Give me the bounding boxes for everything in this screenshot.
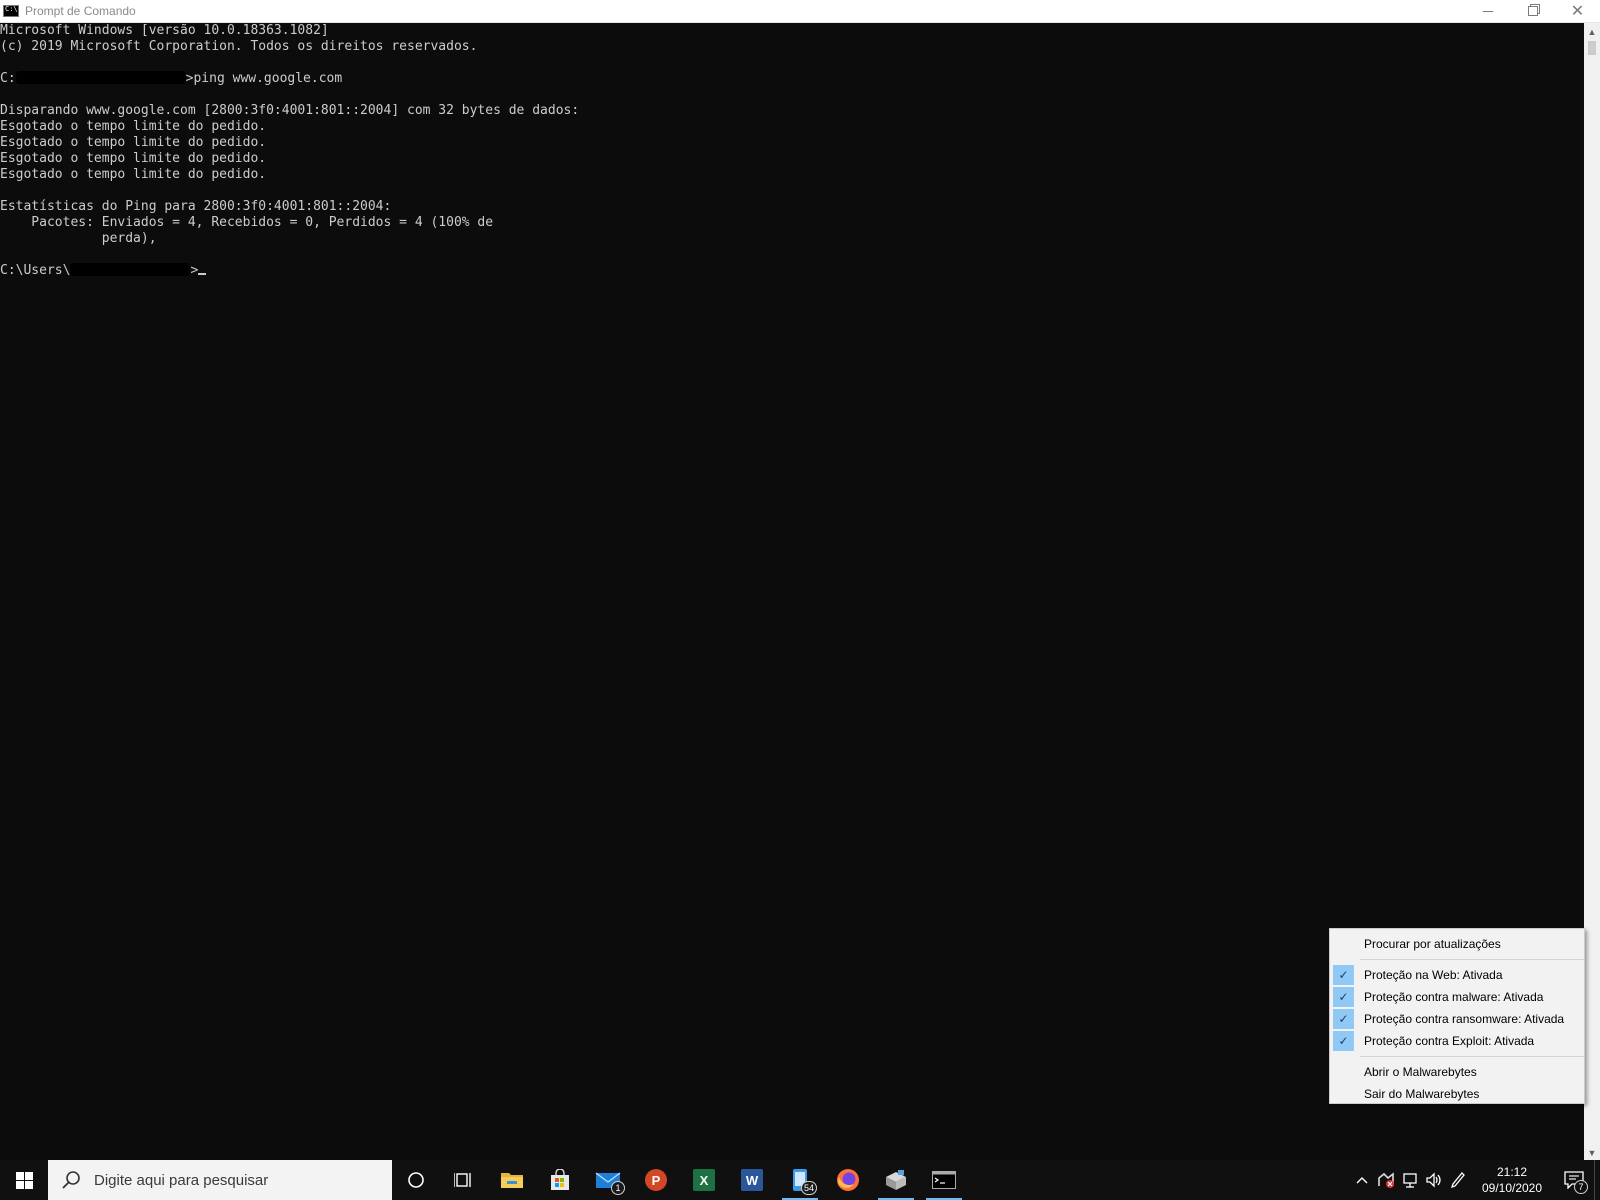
scroll-thumb[interactable] (1588, 41, 1596, 55)
search-input[interactable] (92, 1170, 376, 1190)
store-bag-icon (551, 1169, 569, 1190)
volume-icon[interactable] (1422, 1160, 1446, 1200)
taskbar-search[interactable] (48, 1160, 392, 1200)
powerpoint-icon: P (645, 1169, 667, 1191)
word-icon: W (741, 1169, 763, 1191)
taskbar-app-installer[interactable] (872, 1160, 920, 1200)
show-desktop-button[interactable] (1594, 1160, 1600, 1200)
menu-item-label: Abrir o Malwarebytes (1364, 1065, 1477, 1079)
taskbar-app-store[interactable] (536, 1160, 584, 1200)
taskbar: 1 P X W 54 (0, 1160, 1600, 1200)
taskbar-app-phone[interactable]: 54 (776, 1160, 824, 1200)
folder-icon (501, 1173, 523, 1188)
title-bar: Prompt de Comando ✕ (0, 0, 1600, 23)
system-tray: 21:12 09/10/2020 7 (1350, 1160, 1600, 1200)
menu-item-web-protection[interactable]: ✓ Proteção na Web: Ativada (1330, 964, 1584, 986)
cortana-button[interactable] (392, 1160, 440, 1200)
text-cursor (198, 273, 207, 275)
chevron-up-icon[interactable] (1350, 1160, 1374, 1200)
clock-time: 21:12 (1496, 1165, 1528, 1179)
menu-item-label: Proteção na Web: Ativada (1364, 968, 1503, 982)
pen-ink-icon[interactable] (1446, 1160, 1470, 1200)
clock-date: 09/10/2020 (1481, 1181, 1543, 1195)
menu-item-label: Proteção contra ransomware: Ativada (1364, 1012, 1565, 1026)
console-line: Pacotes: Enviados = 4, Recebidos = 0, Pe… (0, 215, 494, 230)
console-line: Microsoft Windows [versão 10.0.18363.108… (0, 23, 329, 38)
scroll-down-arrow-icon[interactable]: ▼ (1584, 1144, 1600, 1161)
menu-item-label: Sair do Malwarebytes (1364, 1087, 1480, 1101)
firefox-icon (837, 1169, 859, 1191)
console-line: Esgotado o tempo limite do pedido. (0, 135, 267, 150)
windows-logo-icon (15, 1171, 33, 1189)
mail-badge: 1 (611, 1181, 625, 1195)
console-line: Disparando www.google.com [2800:3f0:4001… (0, 103, 580, 118)
console-command: >ping www.google.com (185, 71, 343, 86)
taskbar-app-command-prompt[interactable] (920, 1160, 968, 1200)
redacted-path (70, 263, 191, 276)
scroll-up-arrow-icon[interactable]: ▲ (1584, 23, 1600, 40)
prompt-prefix: C:\Users\ (0, 263, 71, 278)
maximize-button[interactable] (1510, 0, 1555, 22)
menu-item-malware-protection[interactable]: ✓ Proteção contra malware: Ativada (1330, 986, 1584, 1008)
console-output: Microsoft Windows [versão 10.0.18363.108… (0, 23, 1584, 279)
start-button[interactable] (0, 1160, 48, 1200)
console-line: Esgotado o tempo limite do pedido. (0, 151, 267, 166)
check-icon: ✓ (1333, 1009, 1354, 1029)
taskbar-app-firefox[interactable] (824, 1160, 872, 1200)
check-icon: ✓ (1333, 965, 1354, 985)
menu-separator (1360, 1056, 1584, 1057)
taskbar-app-excel[interactable]: X (680, 1160, 728, 1200)
taskbar-app-word[interactable]: W (728, 1160, 776, 1200)
menu-item-check-updates[interactable]: Procurar por atualizações (1330, 933, 1584, 955)
malwarebytes-tray-icon[interactable] (1374, 1160, 1398, 1200)
console-line: Esgotado o tempo limite do pedido. (0, 167, 267, 182)
taskbar-app-file-explorer[interactable] (488, 1160, 536, 1200)
excel-icon: X (693, 1169, 715, 1191)
window-controls: ✕ (1465, 0, 1600, 22)
window-title: Prompt de Comando (25, 4, 136, 18)
malwarebytes-context-menu: Procurar por atualizações ✓ Proteção na … (1329, 928, 1585, 1104)
cmd-icon (932, 1171, 956, 1189)
check-icon: ✓ (1333, 987, 1354, 1007)
installer-box-icon (886, 1170, 906, 1190)
action-center-button[interactable]: 7 (1554, 1160, 1594, 1200)
close-button[interactable]: ✕ (1555, 0, 1600, 22)
phone-badge: 54 (800, 1181, 817, 1195)
notification-count-badge: 7 (1574, 1180, 1588, 1194)
task-view-button[interactable] (440, 1160, 488, 1200)
menu-item-open-malwarebytes[interactable]: Abrir o Malwarebytes (1330, 1061, 1584, 1083)
network-icon[interactable] (1398, 1160, 1422, 1200)
cortana-icon (408, 1172, 424, 1188)
menu-separator (1360, 959, 1584, 960)
taskbar-app-mail[interactable]: 1 (584, 1160, 632, 1200)
menu-item-label: Proteção contra Exploit: Ativada (1364, 1034, 1535, 1048)
menu-item-ransomware-protection[interactable]: ✓ Proteção contra ransomware: Ativada (1330, 1008, 1584, 1030)
menu-item-label: Proteção contra malware: Ativada (1364, 990, 1544, 1004)
minimize-button[interactable] (1465, 0, 1510, 22)
console-line: (c) 2019 Microsoft Corporation. Todos os… (0, 39, 478, 54)
menu-item-label: Procurar por atualizações (1364, 937, 1501, 951)
redacted-path (15, 71, 186, 84)
search-icon (62, 1171, 80, 1189)
vertical-scrollbar[interactable]: ▲ ▼ (1584, 23, 1600, 1161)
prompt-prefix: C: (0, 71, 16, 86)
task-view-icon (454, 1173, 471, 1187)
prompt-suffix: > (190, 263, 199, 278)
menu-item-exit-malwarebytes[interactable]: Sair do Malwarebytes (1330, 1083, 1584, 1105)
taskbar-clock[interactable]: 21:12 09/10/2020 (1474, 1164, 1550, 1196)
cmd-icon (3, 5, 19, 17)
check-icon: ✓ (1333, 1031, 1354, 1051)
console-line: Estatísticas do Ping para 2800:3f0:4001:… (0, 199, 392, 214)
menu-item-exploit-protection[interactable]: ✓ Proteção contra Exploit: Ativada (1330, 1030, 1584, 1052)
console-line: Esgotado o tempo limite do pedido. (0, 119, 267, 134)
console-line: perda), (0, 231, 157, 246)
taskbar-app-powerpoint[interactable]: P (632, 1160, 680, 1200)
